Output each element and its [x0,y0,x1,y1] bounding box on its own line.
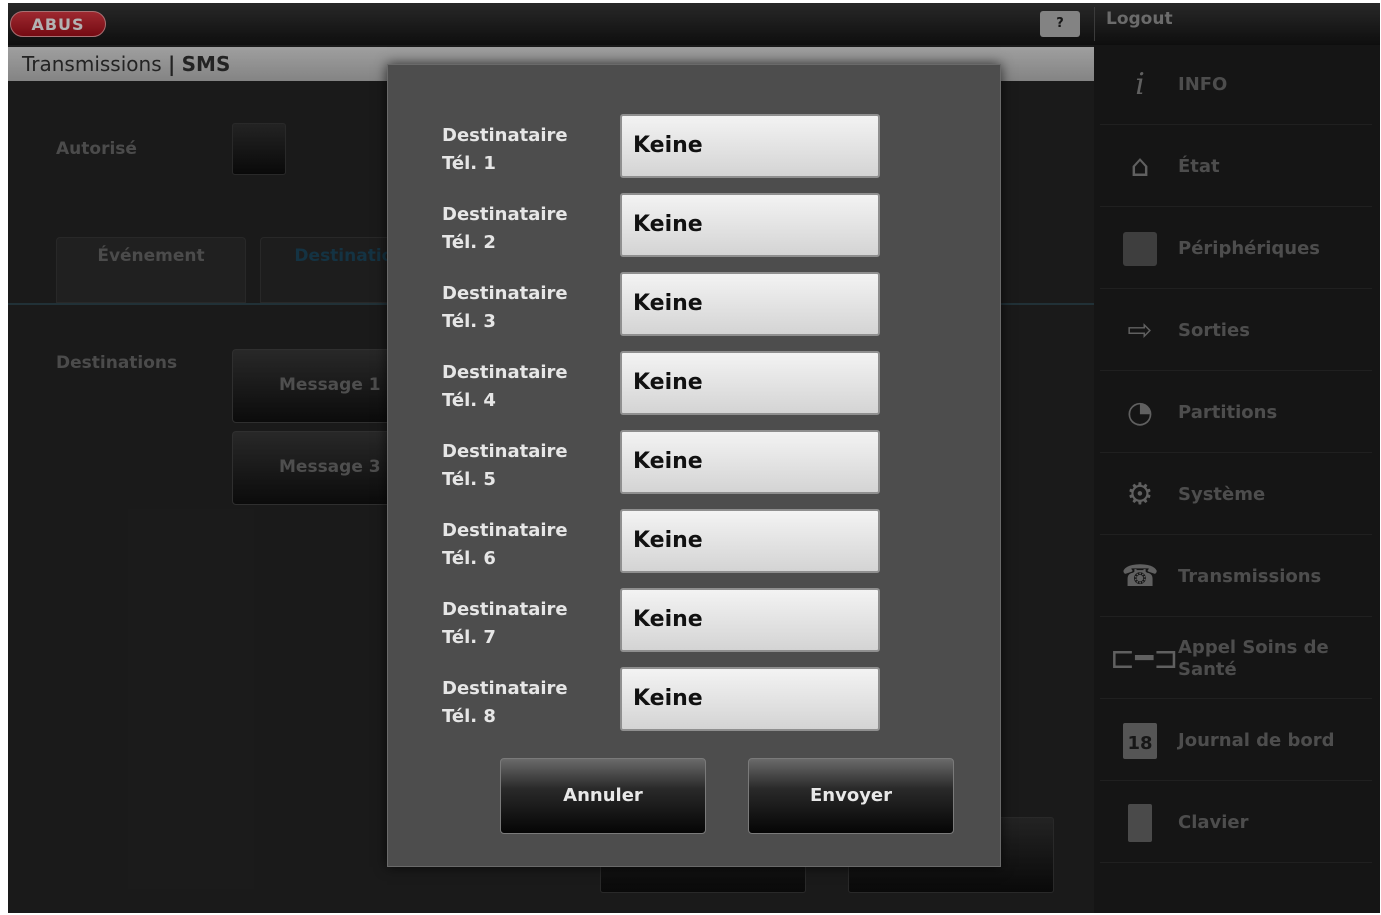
recipient-field-1[interactable]: Keine [620,114,880,178]
recipient-field-2[interactable]: Keine [620,193,880,257]
recipient-label: Destinataire Tél. 6 [442,520,568,569]
recipient-label: Destinataire Tél. 3 [442,283,568,332]
recipient-row: Destinataire Tél. 6 Keine [388,509,1002,575]
recipient-row: Destinataire Tél. 7 Keine [388,588,1002,654]
recipient-field-6[interactable]: Keine [620,509,880,573]
recipient-row: Destinataire Tél. 8 Keine [388,667,1002,733]
recipient-row: Destinataire Tél. 1 Keine [388,114,1002,180]
recipient-row: Destinataire Tél. 4 Keine [388,351,1002,417]
recipient-field-7[interactable]: Keine [620,588,880,652]
recipient-field-4[interactable]: Keine [620,351,880,415]
recipient-label: Destinataire Tél. 1 [442,125,568,174]
recipient-label: Destinataire Tél. 8 [442,678,568,727]
recipient-label: Destinataire Tél. 4 [442,362,568,411]
recipient-field-8[interactable]: Keine [620,667,880,731]
recipient-field-3[interactable]: Keine [620,272,880,336]
recipient-label: Destinataire Tél. 2 [442,204,568,253]
recipient-row: Destinataire Tél. 3 Keine [388,272,1002,338]
recipient-row: Destinataire Tél. 2 Keine [388,193,1002,259]
recipient-field-5[interactable]: Keine [620,430,880,494]
recipient-row: Destinataire Tél. 5 Keine [388,430,1002,496]
send-button[interactable]: Envoyer [748,758,954,834]
cancel-button[interactable]: Annuler [500,758,706,834]
app-screen: ABUS ? Logout Transmissions | SMS Autori… [8,3,1380,913]
recipients-dialog: Destinataire Tél. 1 Keine Destinataire T… [387,64,1001,867]
recipient-label: Destinataire Tél. 7 [442,599,568,648]
recipient-label: Destinataire Tél. 5 [442,441,568,490]
